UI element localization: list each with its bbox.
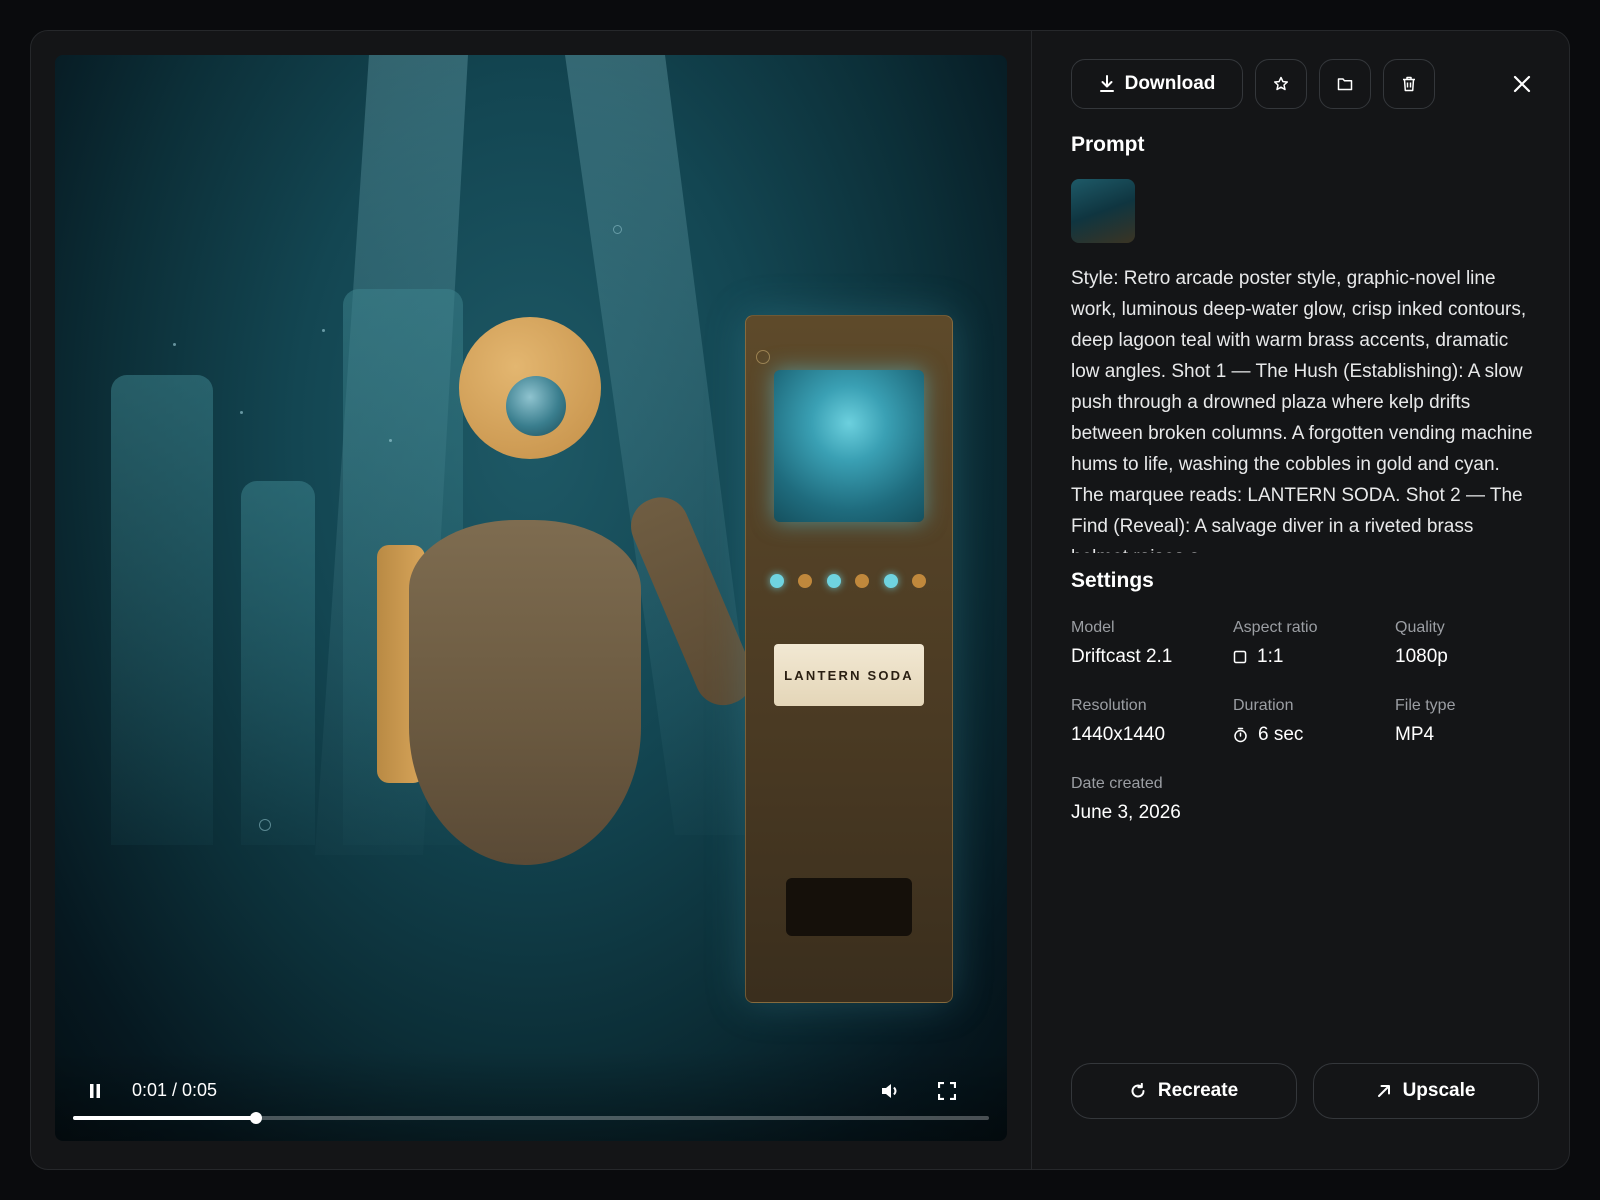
close-button[interactable] (1509, 71, 1535, 97)
setting-value: June 3, 2026 (1071, 802, 1371, 824)
details-panel: Download Prompt Style: Retro arcade post… (1043, 31, 1569, 1169)
refresh-icon (1131, 1083, 1145, 1098)
setting-value: 1:1 (1233, 646, 1393, 668)
indicator-light (912, 574, 926, 588)
upscale-button[interactable]: Upscale (1313, 1063, 1539, 1119)
setting-label: Resolution (1071, 697, 1147, 714)
progress-bar[interactable] (73, 1112, 989, 1124)
setting-quality: Quality 1080p (1395, 619, 1555, 668)
volume-button[interactable] (875, 1076, 905, 1106)
folder-icon (1337, 78, 1353, 91)
close-icon (1513, 75, 1531, 93)
setting-label: Date created (1071, 775, 1163, 792)
setting-date-created: Date created June 3, 2026 (1071, 775, 1371, 824)
timer-icon (1234, 727, 1247, 743)
star-icon (1273, 76, 1289, 91)
setting-aspect-ratio: Aspect ratio 1:1 (1233, 619, 1393, 668)
bubble (613, 225, 622, 234)
setting-value: 1440x1440 (1071, 724, 1231, 746)
indicator-light (855, 574, 869, 588)
volume-icon (882, 1084, 897, 1098)
time-display: 0:01 / 0:05 (132, 1080, 218, 1100)
vending-screen (774, 370, 924, 522)
duration-value: 6 sec (1258, 724, 1304, 745)
progress-handle[interactable] (250, 1112, 263, 1124)
setting-label: File type (1395, 697, 1456, 714)
arrow-up-right-icon (1377, 1085, 1390, 1097)
indicator-light (827, 574, 841, 588)
vending-machine: LANTERN SODA (745, 315, 953, 1003)
prompt-reference-thumbnail[interactable] (1071, 179, 1135, 243)
diver-helmet (459, 317, 601, 459)
progress-fill (73, 1116, 257, 1120)
setting-label: Quality (1395, 619, 1445, 636)
resolution-value: 1440x1440 (1071, 724, 1166, 745)
media-viewer-modal: LANTERN SODA 0:01 / 0:05 Download Prompt… (30, 30, 1570, 1170)
filetype-value: MP4 (1395, 724, 1435, 745)
quality-value: 1080p (1395, 646, 1448, 667)
download-button[interactable]: Download (1071, 59, 1243, 109)
helmet-visor (506, 376, 566, 436)
prompt-heading: Prompt (1071, 133, 1145, 156)
video-controls: 0:01 / 0:05 (55, 1051, 1007, 1141)
indicator-light (884, 574, 898, 588)
delete-button[interactable] (1383, 59, 1435, 109)
setting-file-type: File type MP4 (1395, 697, 1555, 746)
particle (389, 439, 392, 442)
setting-value: MP4 (1395, 724, 1555, 746)
favorite-button[interactable] (1255, 59, 1307, 109)
marquee-sign: LANTERN SODA (774, 644, 924, 706)
setting-model: Model Driftcast 2.1 (1071, 619, 1231, 668)
recreate-button[interactable]: Recreate (1071, 1063, 1297, 1119)
fullscreen-icon (938, 1082, 956, 1100)
trash-icon (1403, 76, 1415, 92)
particle (322, 329, 325, 332)
setting-label: Model (1071, 619, 1115, 636)
square-icon (1233, 650, 1247, 664)
particle (240, 411, 243, 414)
settings-heading: Settings (1071, 569, 1154, 592)
aspect-value: 1:1 (1257, 646, 1284, 667)
setting-label: Duration (1233, 697, 1294, 714)
setting-value: 6 sec (1233, 724, 1393, 746)
setting-value: Driftcast 2.1 (1071, 646, 1231, 668)
model-value: Driftcast 2.1 (1071, 646, 1173, 667)
diver-body (409, 520, 641, 865)
ruined-column (111, 375, 213, 845)
video-player[interactable]: LANTERN SODA 0:01 / 0:05 (55, 55, 1007, 1141)
ruined-column (241, 481, 315, 845)
indicator-light (798, 574, 812, 588)
indicator-light (770, 574, 784, 588)
panel-divider (1031, 31, 1032, 1169)
pause-icon (90, 1084, 100, 1098)
download-label: Download (1124, 73, 1216, 94)
dispenser-slot (786, 878, 912, 936)
upscale-label: Upscale (1402, 1080, 1476, 1101)
toolbar: Download (1071, 59, 1541, 111)
move-to-folder-button[interactable] (1319, 59, 1371, 109)
fullscreen-button[interactable] (932, 1076, 962, 1106)
setting-label: Aspect ratio (1233, 619, 1318, 636)
download-icon (1099, 75, 1114, 92)
prompt-text: Style: Retro arcade poster style, graphi… (1071, 268, 1533, 553)
bubble (259, 819, 271, 831)
setting-value: 1080p (1395, 646, 1555, 668)
setting-duration: Duration 6 sec (1233, 697, 1393, 746)
setting-resolution: Resolution 1440x1440 (1071, 697, 1231, 746)
particle (173, 343, 176, 346)
date-value: June 3, 2026 (1071, 802, 1181, 823)
bubble (756, 350, 770, 364)
pause-button[interactable] (80, 1076, 110, 1106)
recreate-label: Recreate (1157, 1080, 1239, 1101)
